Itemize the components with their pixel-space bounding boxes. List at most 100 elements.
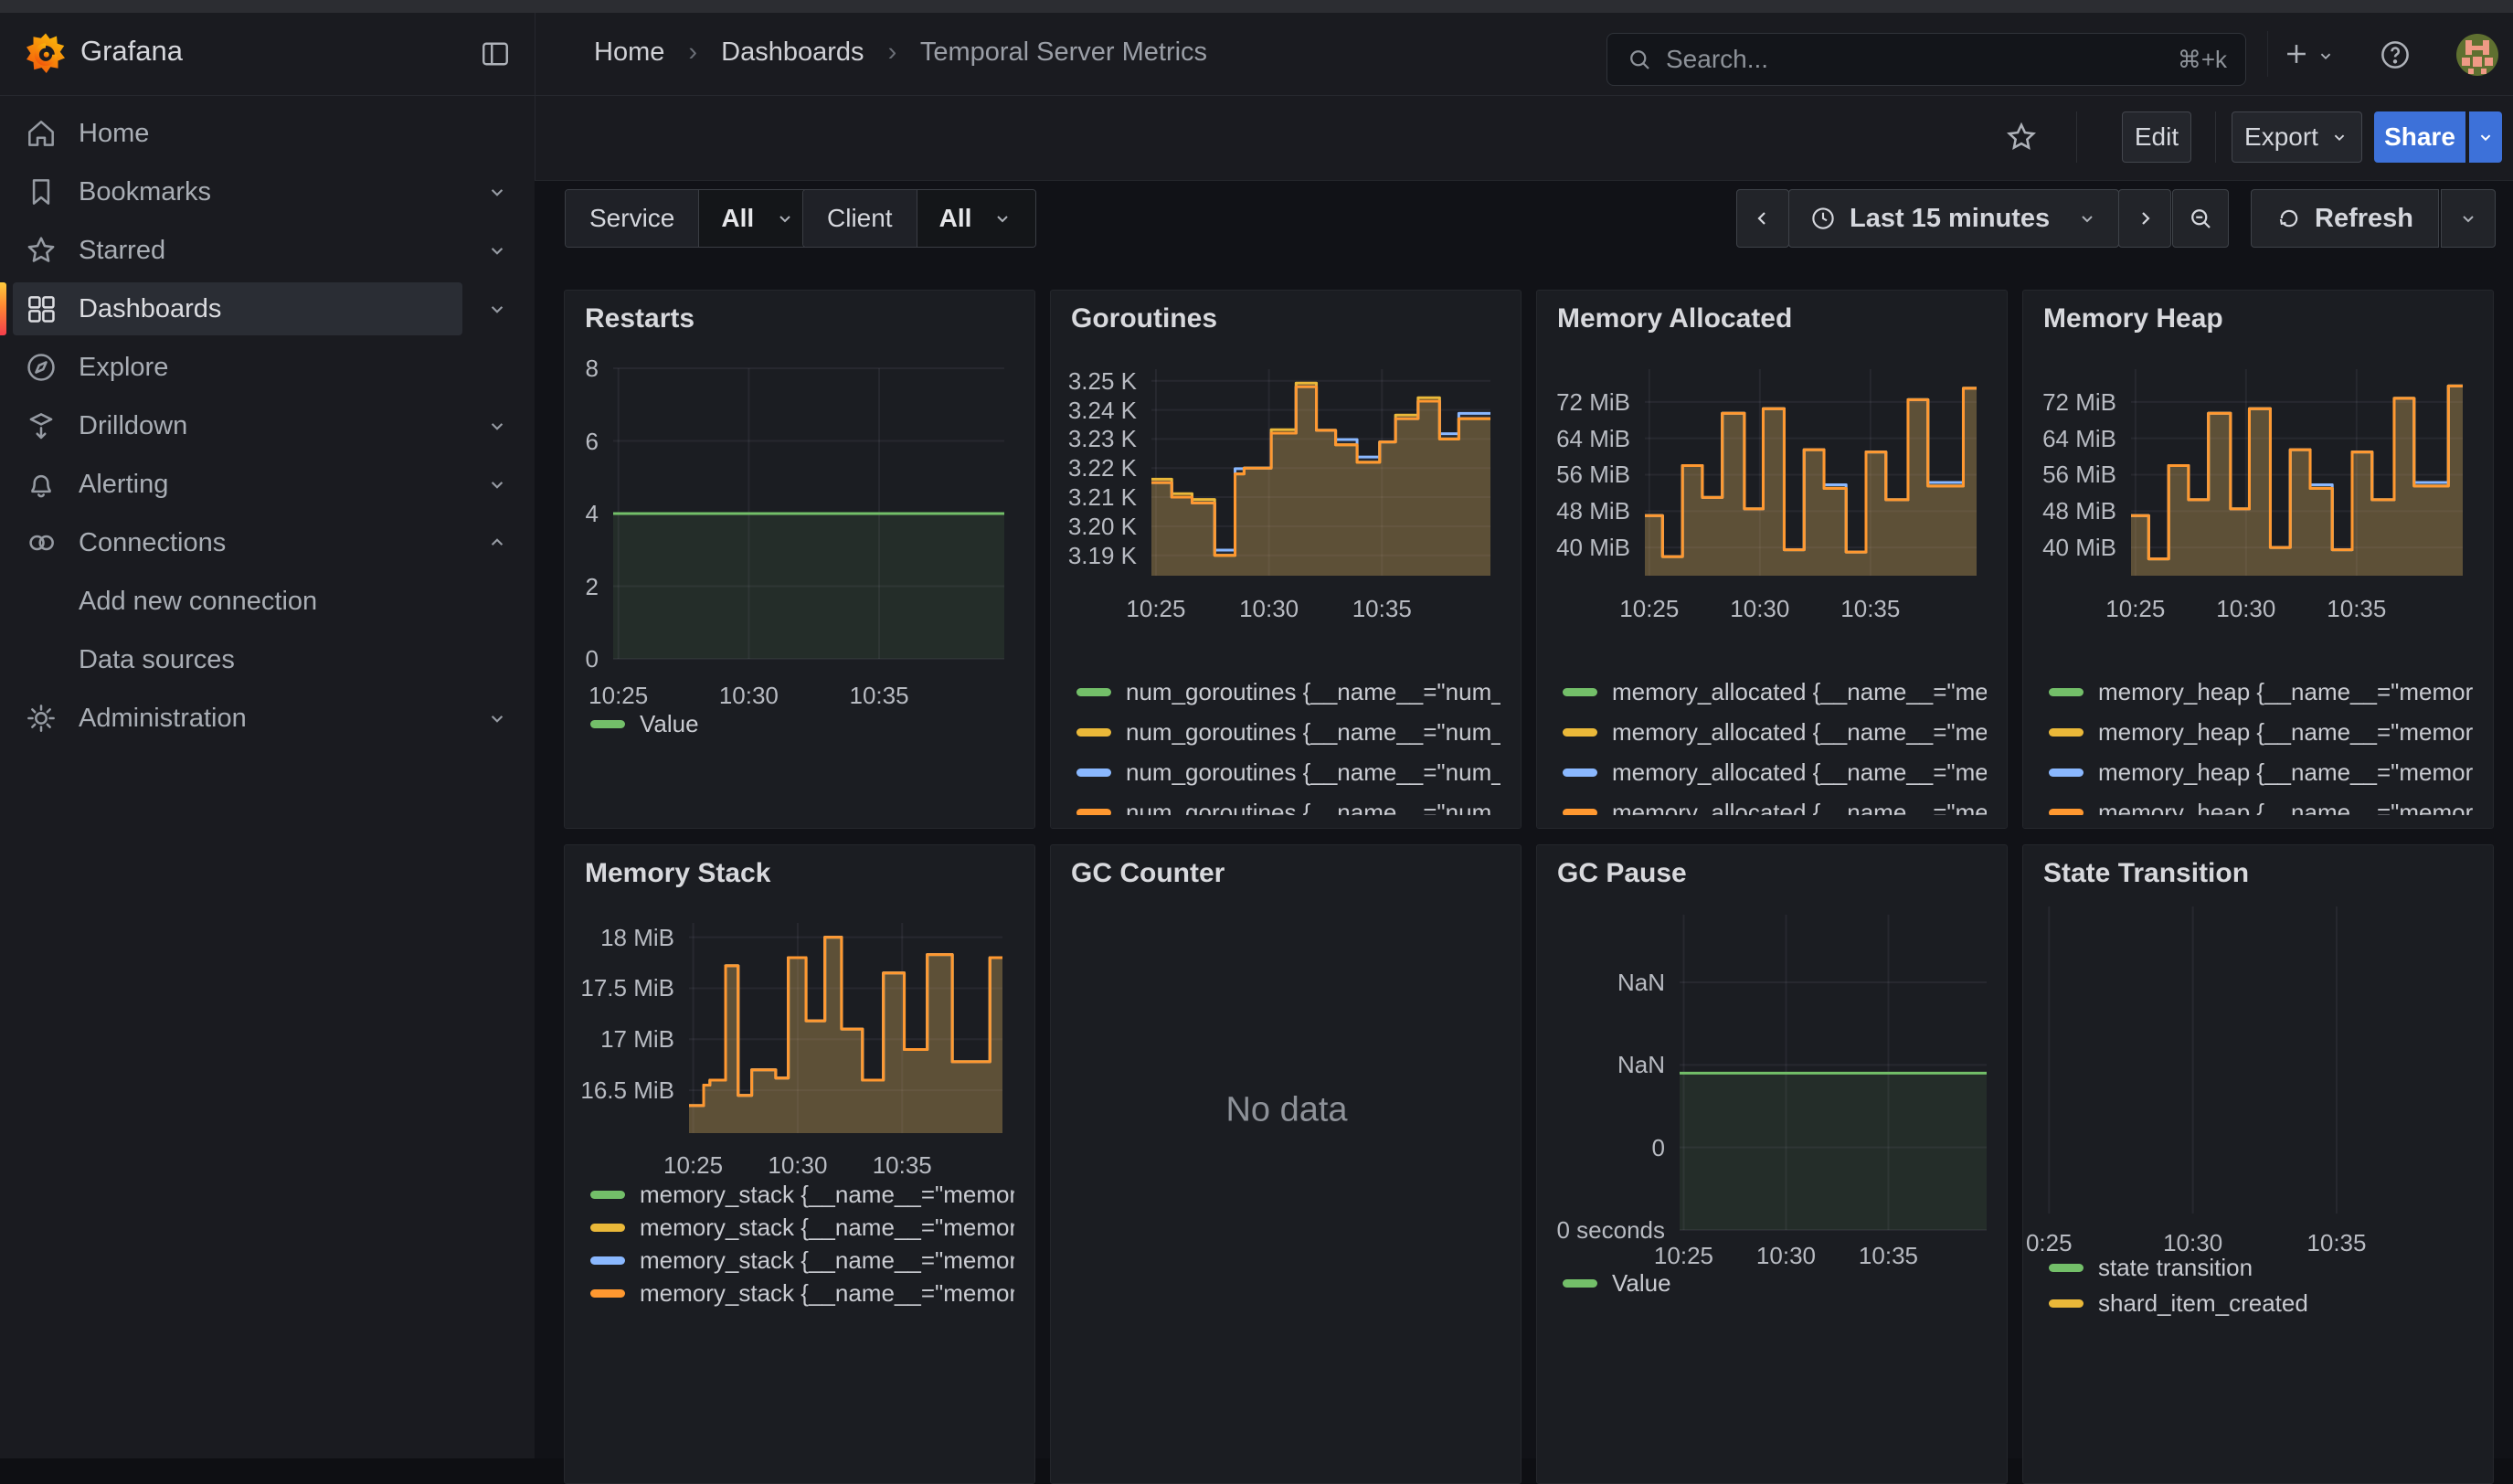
legend-item[interactable]: memory_allocated {__name__="memo: [1563, 718, 1987, 747]
time-forward-button[interactable]: [2118, 189, 2171, 248]
chevron-down-icon[interactable]: [479, 458, 515, 511]
panel-title[interactable]: Goroutines: [1071, 303, 1217, 334]
dashboard-canvas: Service All Client All Last 15 minutes: [535, 181, 2513, 1458]
refresh-interval-dropdown[interactable]: [2441, 189, 2496, 248]
share-button[interactable]: Share: [2374, 111, 2465, 163]
legend-item[interactable]: memory_stack {__name__="memory_s: [590, 1279, 1014, 1308]
legend-series-label: memory_stack {__name__="memory_s: [640, 1181, 1014, 1209]
chevron-down-icon[interactable]: [479, 282, 515, 335]
chevron-down-icon: [774, 207, 796, 229]
panel-title[interactable]: Memory Allocated: [1557, 303, 1792, 334]
breadcrumb-dashboards[interactable]: Dashboards: [721, 37, 864, 67]
legend-series-label: num_goroutines {__name__="num_go: [1126, 678, 1500, 706]
panel-title[interactable]: GC Counter: [1071, 858, 1225, 889]
y-axis-tick-label: 3.23 K: [1051, 425, 1137, 452]
filter-client[interactable]: Client All: [802, 189, 1036, 248]
panel-memory_stack: Memory Stack16.5 MiB17 MiB17.5 MiB18 MiB…: [564, 844, 1035, 1484]
time-back-button[interactable]: [1736, 189, 1789, 248]
legend-item[interactable]: shard_item_created: [2049, 1289, 2473, 1318]
legend-clip-edge: [1537, 815, 2007, 828]
legend-series-swatch: [1563, 1279, 1597, 1288]
legend-series-label: memory_allocated {__name__="memo: [1612, 718, 1987, 747]
chevron-down-icon[interactable]: [2316, 46, 2336, 66]
x-axis-tick-label: 10:25: [588, 682, 648, 709]
help-icon[interactable]: [2378, 37, 2412, 72]
y-axis-tick-label: 64 MiB: [2023, 425, 2116, 452]
panel-title[interactable]: Memory Stack: [585, 858, 770, 889]
chart-plot-area[interactable]: [1680, 915, 1987, 1230]
legend-item[interactable]: num_goroutines {__name__="num_go: [1076, 678, 1500, 706]
sidebar-item-dashboards[interactable]: Dashboards: [13, 282, 462, 335]
sidebar-item-administration[interactable]: Administration: [13, 692, 462, 745]
legend-series-label: memory_heap {__name__="memory_h: [2098, 718, 2473, 747]
y-axis-tick-label: 0: [565, 645, 599, 673]
legend-item[interactable]: memory_allocated {__name__="memo: [1563, 758, 1987, 787]
chevron-down-icon: [2329, 127, 2349, 147]
breadcrumb-home[interactable]: Home: [594, 37, 664, 67]
legend-item[interactable]: memory_stack {__name__="memory_s: [590, 1214, 1014, 1242]
window-top-strip: [0, 0, 2513, 13]
y-axis-tick-label: 4: [565, 500, 599, 527]
sidebar-item-starred[interactable]: Starred: [13, 224, 462, 277]
edit-button[interactable]: Edit: [2122, 111, 2191, 163]
chevron-down-icon[interactable]: [479, 224, 515, 277]
legend-item[interactable]: memory_heap {__name__="memory_h: [2049, 678, 2473, 706]
x-axis-tick-label: 10:35: [2327, 595, 2386, 622]
legend-series-swatch: [1076, 728, 1111, 737]
sidebar-item-alerting[interactable]: Alerting: [13, 458, 462, 511]
search-input[interactable]: Search... ⌘+k: [1606, 33, 2246, 86]
sidebar-item-home[interactable]: Home: [13, 107, 462, 160]
panel-title[interactable]: Restarts: [585, 303, 695, 334]
chevron-down-icon[interactable]: [479, 165, 515, 218]
panel-title[interactable]: GC Pause: [1557, 858, 1687, 889]
chart-plot-area[interactable]: [1645, 369, 1977, 576]
x-axis-tick-label: 10:35: [849, 682, 908, 709]
chevron-down-icon[interactable]: [479, 399, 515, 452]
y-axis-tick-label: 3.20 K: [1051, 513, 1137, 540]
sidebar-item-add-new-connection[interactable]: Add new connection: [13, 575, 462, 628]
export-button[interactable]: Export: [2232, 111, 2362, 163]
chevron-up-icon[interactable]: [479, 516, 515, 569]
filter-client-label: Client: [803, 190, 917, 247]
add-new-icon[interactable]: [2281, 38, 2312, 69]
legend-item[interactable]: num_goroutines {__name__="num_go: [1076, 718, 1500, 747]
legend-item[interactable]: memory_allocated {__name__="memo: [1563, 678, 1987, 706]
chart-plot-area[interactable]: [2043, 906, 2475, 1214]
chart-plot-area[interactable]: [2131, 369, 2463, 576]
refresh-button[interactable]: Refresh: [2251, 189, 2439, 248]
chart-plot-area[interactable]: [1151, 369, 1490, 576]
y-axis-tick-label: 3.24 K: [1051, 397, 1137, 424]
legend-item[interactable]: memory_heap {__name__="memory_h: [2049, 718, 2473, 747]
sidebar-toggle-icon[interactable]: [479, 37, 512, 70]
legend-item[interactable]: memory_stack {__name__="memory_s: [590, 1181, 1014, 1209]
chart-plot-area[interactable]: [689, 923, 1002, 1133]
share-dropdown-button[interactable]: [2469, 111, 2502, 163]
legend-item[interactable]: state transition: [2049, 1254, 2473, 1282]
filter-service[interactable]: Service All: [565, 189, 819, 248]
compass-icon: [24, 350, 58, 385]
sidebar-item-connections[interactable]: Connections: [13, 516, 462, 569]
legend-item[interactable]: memory_heap {__name__="memory_h: [2049, 758, 2473, 787]
legend-series-label: state transition: [2098, 1254, 2253, 1282]
x-axis-tick-label: 0:25: [2026, 1229, 2073, 1256]
sidebar-item-data-sources[interactable]: Data sources: [13, 633, 462, 686]
legend-item[interactable]: Value: [590, 710, 1014, 738]
sidebar-item-explore[interactable]: Explore: [13, 341, 462, 394]
chart-plot-area[interactable]: [613, 368, 1004, 659]
time-range-picker[interactable]: Last 15 minutes: [1788, 189, 2119, 248]
chevron-down-icon[interactable]: [479, 692, 515, 745]
user-avatar[interactable]: [2456, 34, 2498, 76]
y-axis-tick-label: 6: [565, 428, 599, 455]
legend-item[interactable]: Value: [1563, 1269, 1987, 1298]
favorite-star-icon[interactable]: [2004, 120, 2039, 154]
chevron-down-icon: [991, 207, 1013, 229]
zoom-out-button[interactable]: [2172, 189, 2229, 248]
legend-item[interactable]: num_goroutines {__name__="num_go: [1076, 758, 1500, 787]
sidebar-item-bookmarks[interactable]: Bookmarks: [13, 165, 462, 218]
grafana-logo-icon[interactable]: [24, 32, 68, 76]
panel-title[interactable]: State Transition: [2043, 858, 2249, 889]
legend-item[interactable]: memory_stack {__name__="memory_s: [590, 1246, 1014, 1275]
sidebar-item-drilldown[interactable]: Drilldown: [13, 399, 462, 452]
panel-title[interactable]: Memory Heap: [2043, 303, 2223, 334]
y-axis-tick-label: 56 MiB: [1537, 461, 1630, 488]
